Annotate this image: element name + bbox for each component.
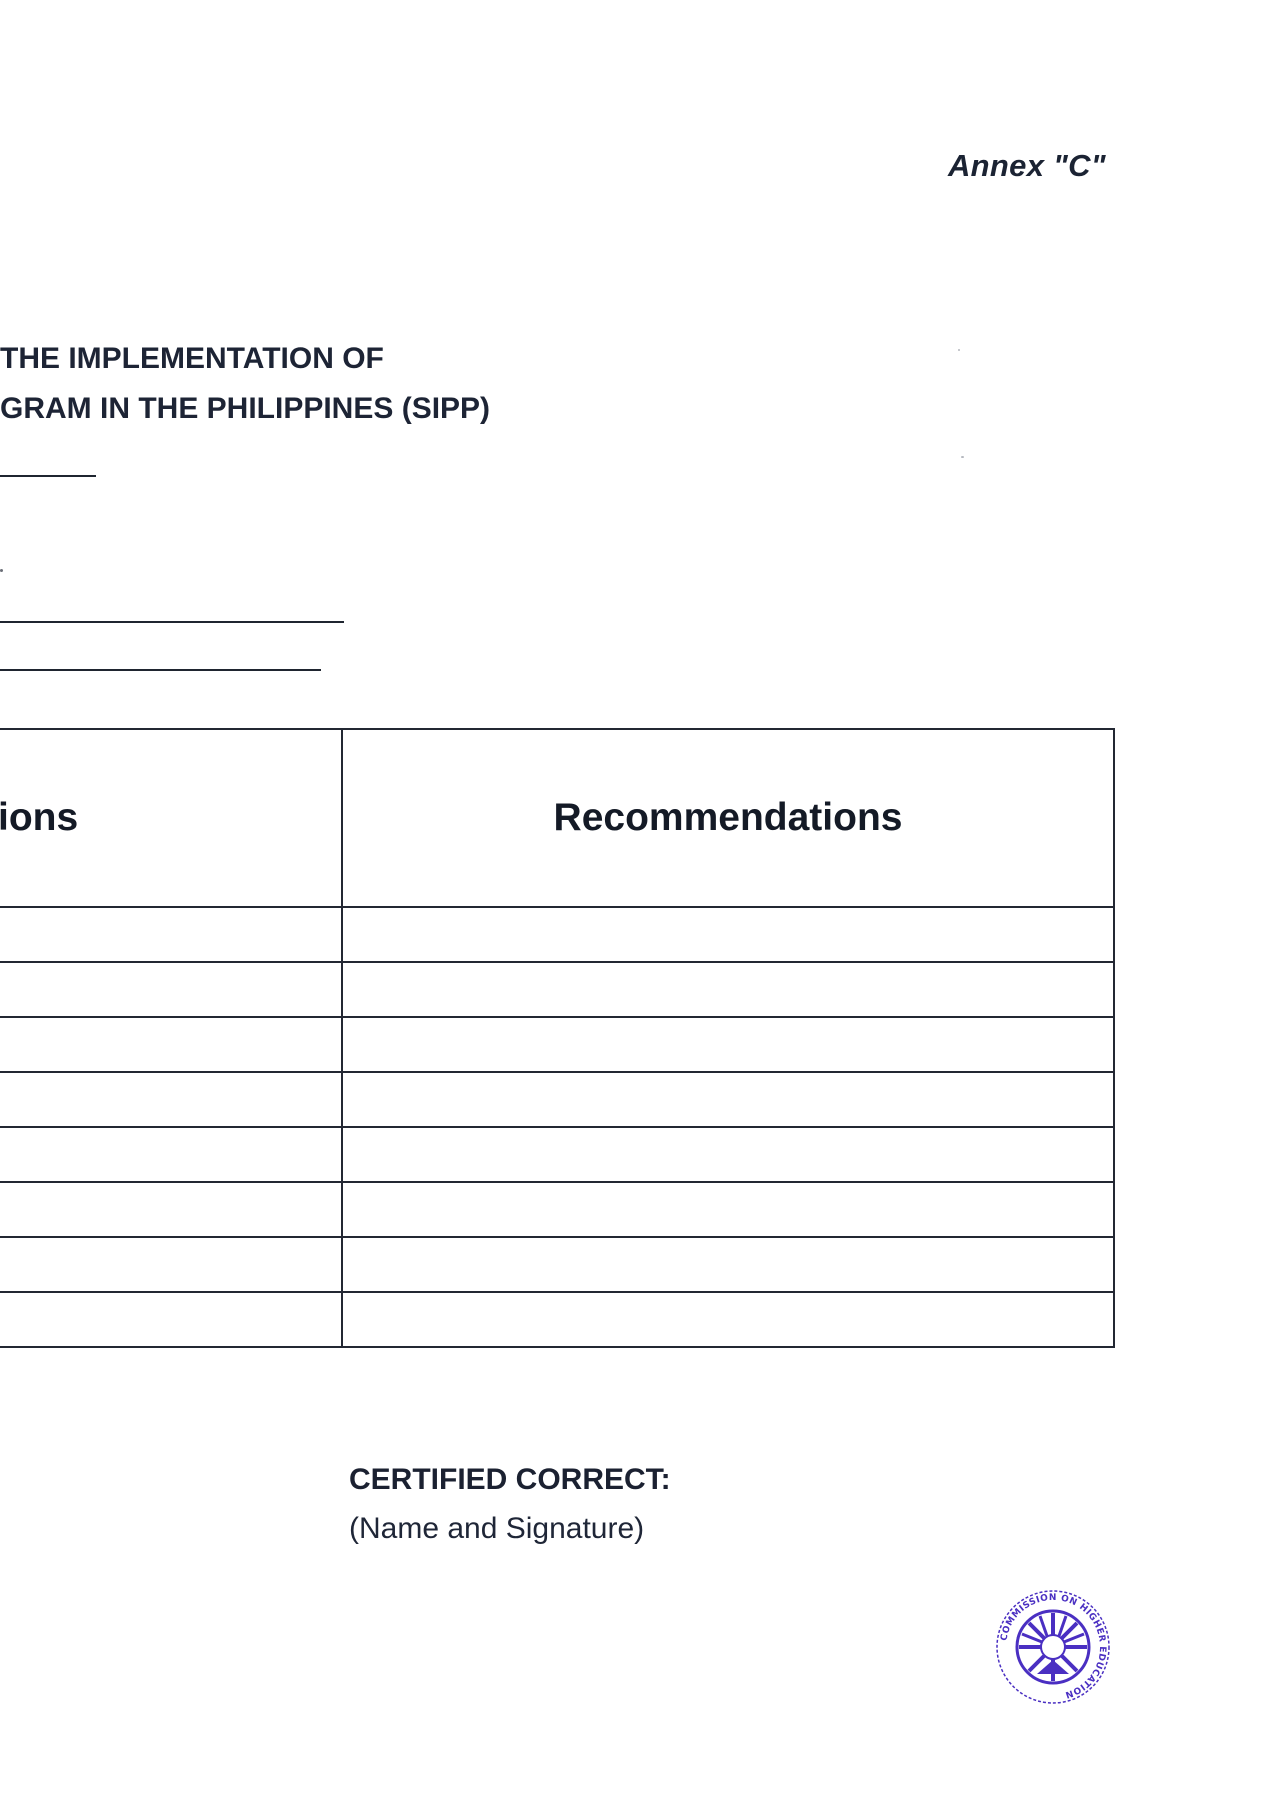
table-row	[0, 1016, 1115, 1073]
form-title-line-2: GRAM IN THE PHILIPPINES (SIPP)	[0, 392, 491, 425]
table-cell[interactable]	[0, 1126, 343, 1183]
table-cell[interactable]	[341, 1016, 1115, 1073]
table-row	[0, 906, 1115, 963]
scan-speck	[961, 456, 964, 458]
table-row	[0, 1126, 1115, 1183]
table-header-row: ions Recommendations	[0, 728, 1115, 908]
table-cell[interactable]	[341, 906, 1115, 963]
table-cell[interactable]	[0, 961, 343, 1018]
scan-speck	[958, 349, 960, 351]
blank-line-3	[0, 669, 321, 671]
column-header-findings: ions	[0, 728, 343, 908]
certified-correct-label: CERTIFIED CORRECT:	[349, 1463, 671, 1496]
table-cell[interactable]	[0, 906, 343, 963]
table-cell[interactable]	[0, 1071, 343, 1128]
table-row	[0, 1291, 1115, 1348]
table-cell[interactable]	[341, 1291, 1115, 1348]
table-cell[interactable]	[341, 1071, 1115, 1128]
table-cell[interactable]	[0, 1181, 343, 1238]
blank-line-2	[0, 621, 344, 623]
table-cell[interactable]	[0, 1236, 343, 1293]
table-cell[interactable]	[341, 1236, 1115, 1293]
table-cell[interactable]	[0, 1016, 343, 1073]
table-cell[interactable]	[341, 1126, 1115, 1183]
table-cell[interactable]	[341, 961, 1115, 1018]
table-cell[interactable]	[341, 1181, 1115, 1238]
form-title-line-1: THE IMPLEMENTATION OF	[0, 342, 384, 375]
table-cell[interactable]	[0, 1291, 343, 1348]
findings-table: ions Recommendations	[0, 728, 1115, 1348]
table-row	[0, 1071, 1115, 1128]
stray-mark	[0, 569, 3, 572]
commission-seal-icon: COMMISSION ON HIGHER EDUCATION	[996, 1590, 1110, 1704]
table-row	[0, 1181, 1115, 1238]
column-header-recommendations: Recommendations	[341, 728, 1115, 908]
annex-label: Annex "C"	[948, 148, 1106, 183]
blank-line-1	[0, 475, 96, 477]
name-and-signature-label: (Name and Signature)	[349, 1512, 645, 1545]
table-row	[0, 961, 1115, 1018]
table-row	[0, 1236, 1115, 1293]
